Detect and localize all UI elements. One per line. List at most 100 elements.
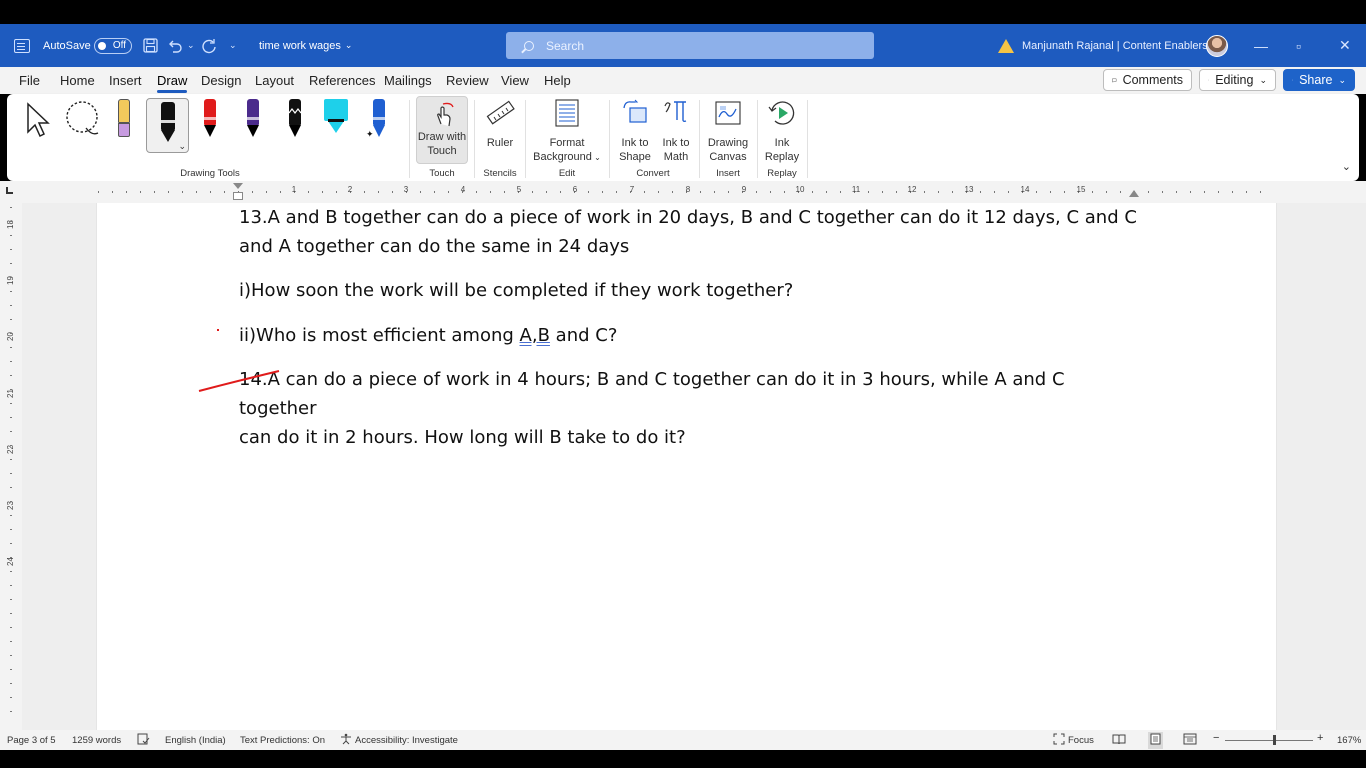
- tab-references[interactable]: References: [309, 73, 375, 88]
- customize-qat-icon[interactable]: ⌄: [229, 24, 237, 67]
- left-indent-marker[interactable]: [233, 192, 243, 200]
- zoom-in-icon[interactable]: +: [1317, 732, 1323, 744]
- zoom-slider-track[interactable]: [1225, 740, 1313, 741]
- document-page[interactable]: 13.A and B together can do a piece of wo…: [96, 203, 1277, 730]
- ruler-button[interactable]: Ruler: [481, 98, 519, 150]
- ruler-number: 11: [851, 185, 861, 194]
- vruler-tick: [10, 403, 12, 404]
- share-button[interactable]: Share ⌄: [1283, 69, 1355, 91]
- proofing-icon[interactable]: [137, 733, 150, 748]
- zoom-slider-thumb[interactable]: [1273, 735, 1276, 745]
- ink-dot: [217, 329, 219, 331]
- question-13-line-2: and A together can do the same in 24 day…: [239, 236, 630, 257]
- group-label-replay: Replay: [767, 168, 797, 179]
- language[interactable]: English (India): [165, 735, 226, 746]
- highlighter-cyan-icon[interactable]: [324, 99, 348, 143]
- right-indent-marker[interactable]: [1129, 190, 1139, 197]
- undo-dropdown-icon[interactable]: ⌄: [187, 24, 195, 67]
- restore-icon[interactable]: ▫: [1296, 24, 1301, 67]
- pen-black-icon[interactable]: [284, 99, 306, 143]
- pen-purple-icon[interactable]: [242, 99, 264, 143]
- format-background-button[interactable]: Format Background ⌄: [529, 98, 605, 165]
- tab-draw[interactable]: Draw: [157, 73, 188, 93]
- save-icon[interactable]: [143, 24, 158, 67]
- user-name[interactable]: Manjunath Rajanal | Content Enablers: [1022, 24, 1208, 67]
- ruler-number: 1: [291, 185, 297, 194]
- read-mode-icon[interactable]: [1112, 733, 1126, 748]
- select-cursor-icon[interactable]: [25, 102, 51, 143]
- ruler-number: 14: [1020, 185, 1030, 194]
- drawing-canvas-button[interactable]: Drawing Canvas: [705, 98, 751, 164]
- ruler-tick: [378, 191, 379, 193]
- undo-icon[interactable]: [167, 24, 183, 67]
- minimize-icon[interactable]: —: [1254, 24, 1268, 67]
- pen-options-chevron-icon[interactable]: ⌄: [178, 141, 186, 152]
- ink-to-math-button[interactable]: Ink to Math: [659, 98, 693, 164]
- vruler-tick: [10, 515, 12, 516]
- ink-replay-button[interactable]: Ink Replay: [761, 98, 803, 164]
- search-input[interactable]: Search: [506, 32, 874, 59]
- pen-blue-sparkle-icon[interactable]: ✦: [366, 99, 390, 143]
- question-13[interactable]: 13.A and B together can do a piece of wo…: [239, 203, 1139, 261]
- format-background-icon: [555, 99, 579, 127]
- pen-black-selected[interactable]: ⌄: [146, 98, 189, 153]
- tab-layout[interactable]: Layout: [255, 73, 294, 88]
- question-13-part-i[interactable]: i)How soon the work will be completed if…: [239, 276, 1139, 305]
- print-layout-icon[interactable]: [1148, 732, 1163, 749]
- vruler-tick: [10, 375, 12, 376]
- ruler-tick: [1162, 191, 1163, 193]
- first-line-indent-marker[interactable]: [233, 183, 243, 189]
- collapse-ribbon-chevron-icon[interactable]: ⌄: [1342, 160, 1351, 173]
- tab-help[interactable]: Help: [544, 73, 571, 88]
- tab-review[interactable]: Review: [446, 73, 489, 88]
- tab-mailings[interactable]: Mailings: [384, 73, 432, 88]
- tab-home[interactable]: Home: [60, 73, 95, 88]
- tab-file[interactable]: File: [19, 73, 40, 88]
- draw-with-touch-button[interactable]: Draw with Touch: [416, 96, 468, 164]
- pen-red-icon[interactable]: [199, 99, 221, 143]
- avatar[interactable]: [1206, 24, 1228, 67]
- autosave-toggle[interactable]: Off: [94, 24, 132, 67]
- question-14[interactable]: 14.A can do a piece of work in 4 hours; …: [239, 365, 1139, 452]
- focus-icon: [1053, 733, 1065, 748]
- question-13-part-ii[interactable]: ii)Who is most efficient among A,B and C…: [239, 321, 1139, 350]
- tab-insert[interactable]: Insert: [109, 73, 142, 88]
- ruler-number: 13: [964, 185, 974, 194]
- vruler-tick: [10, 683, 12, 684]
- comments-button[interactable]: Comments: [1103, 69, 1192, 91]
- redo-icon[interactable]: [201, 24, 217, 67]
- tab-design[interactable]: Design: [201, 73, 241, 88]
- horizontal-ruler: 1 2 3 4 5 6 7 8 9 10 11 12 13 14 15: [0, 181, 1366, 203]
- ruler-tick: [1008, 191, 1009, 193]
- ruler-icon: [486, 100, 515, 125]
- page-count[interactable]: Page 3 of 5: [7, 735, 56, 746]
- tab-view[interactable]: View: [501, 73, 529, 88]
- ruler-tick: [602, 191, 603, 193]
- vruler-tick: [10, 389, 12, 390]
- vruler-tick: [10, 501, 12, 502]
- editing-mode-button[interactable]: Editing ⌄: [1199, 69, 1276, 91]
- vruler-tick: [10, 249, 12, 250]
- zoom-out-icon[interactable]: −: [1213, 732, 1219, 744]
- lasso-select-icon[interactable]: [64, 100, 102, 145]
- accessibility-status[interactable]: Accessibility: Investigate: [355, 735, 458, 746]
- pencil-icon: [1208, 79, 1210, 81]
- word-count[interactable]: 1259 words: [72, 735, 121, 746]
- web-layout-icon[interactable]: [1183, 733, 1197, 748]
- ruler-tick: [756, 191, 757, 193]
- close-icon[interactable]: ✕: [1339, 24, 1351, 67]
- ruler-tick: [1036, 191, 1037, 193]
- text-predictions[interactable]: Text Predictions: On: [240, 735, 325, 746]
- ruler-number: 15: [1076, 185, 1086, 194]
- zoom-level[interactable]: 167%: [1337, 735, 1361, 746]
- document-title[interactable]: time work wages ⌄: [259, 24, 352, 67]
- ruler-tick: [392, 191, 393, 193]
- red-ink-strikethrough[interactable]: [197, 369, 281, 395]
- focus-button[interactable]: Focus: [1068, 735, 1094, 746]
- pencil-yellow-icon[interactable]: [113, 99, 135, 143]
- ruler-number: 10: [795, 185, 805, 194]
- tab-stop-selector-icon[interactable]: [6, 187, 13, 194]
- ruler-tick: [336, 191, 337, 193]
- warning-icon[interactable]: [998, 24, 1014, 67]
- ink-to-shape-button[interactable]: Ink to Shape: [617, 98, 653, 164]
